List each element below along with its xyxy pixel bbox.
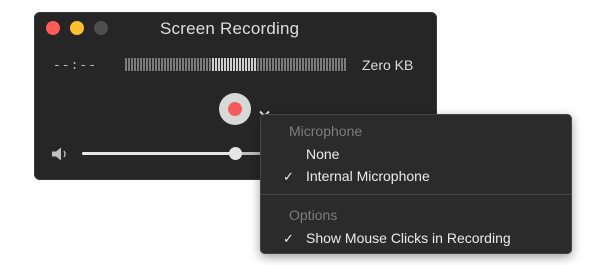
- meter-bar: [287, 58, 289, 71]
- file-size: Zero KB: [362, 57, 414, 73]
- meter-bar: [155, 58, 157, 71]
- close-button[interactable]: [46, 21, 60, 35]
- volume-speaker: [51, 147, 71, 166]
- meter-bar: [212, 58, 214, 71]
- meter-bar: [203, 58, 205, 71]
- meter-bar: [299, 58, 301, 71]
- meter-bar: [146, 58, 148, 71]
- meter-bar: [176, 58, 178, 71]
- meter-bar: [200, 58, 202, 71]
- meter-bar: [326, 58, 328, 71]
- meter-bar: [131, 58, 133, 71]
- meter-bar: [272, 58, 274, 71]
- meter-bar: [341, 58, 343, 71]
- meter-bar: [236, 58, 238, 71]
- recording-time: --:--: [53, 58, 98, 73]
- meter-bar: [254, 58, 256, 71]
- meter-bar: [191, 58, 193, 71]
- meter-bar: [227, 58, 229, 71]
- meter-bar: [242, 58, 244, 71]
- meter-bar: [251, 58, 253, 71]
- meter-bar: [173, 58, 175, 71]
- options-menu: Microphone None ✓ Internal Microphone Op…: [260, 114, 572, 254]
- meter-bar: [329, 58, 331, 71]
- meter-bar: [323, 58, 325, 71]
- record-icon: [228, 102, 242, 116]
- meter-bar: [257, 58, 259, 71]
- menu-item-label: Internal Microphone: [306, 168, 430, 184]
- meter-bar: [221, 58, 223, 71]
- minimize-button[interactable]: [70, 21, 84, 35]
- meter-bar: [266, 58, 268, 71]
- meter-bar: [218, 58, 220, 71]
- meter-bar: [185, 58, 187, 71]
- meter-bar: [284, 58, 286, 71]
- meter-bar: [293, 58, 295, 71]
- meter-bar: [245, 58, 247, 71]
- zoom-button[interactable]: [94, 21, 108, 35]
- meter-bar: [170, 58, 172, 71]
- record-button[interactable]: [219, 93, 251, 125]
- meter-bar: [275, 58, 277, 71]
- menu-item-internal-microphone[interactable]: ✓ Internal Microphone: [260, 168, 572, 188]
- meter-bar: [278, 58, 280, 71]
- meter-bar: [311, 58, 313, 71]
- meter-bar: [164, 58, 166, 71]
- meter-bar: [338, 58, 340, 71]
- meter-bar: [149, 58, 151, 71]
- menu-item-label: Show Mouse Clicks in Recording: [306, 230, 511, 246]
- meter-bar: [206, 58, 208, 71]
- speaker-icon: [52, 147, 66, 161]
- meter-bar: [140, 58, 142, 71]
- meter-bar: [290, 58, 292, 71]
- volume-slider-thumb[interactable]: [229, 147, 242, 160]
- menu-item-label: None: [306, 146, 340, 162]
- meter-bar: [125, 58, 127, 71]
- microphone-header: Microphone: [289, 123, 363, 139]
- meter-bar: [188, 58, 190, 71]
- options-header: Options: [289, 207, 338, 223]
- meter-bar: [134, 58, 136, 71]
- meter-bar: [302, 58, 304, 71]
- audio-level-meter: [125, 58, 348, 71]
- meter-bar: [305, 58, 307, 71]
- meter-bar: [230, 58, 232, 71]
- meter-bar: [137, 58, 139, 71]
- menu-separator: [261, 194, 571, 195]
- meter-bar: [194, 58, 196, 71]
- volume-slider-fill: [82, 152, 235, 155]
- meter-bar: [281, 58, 283, 71]
- meter-bar: [320, 58, 322, 71]
- menu-item-show-mouse-clicks[interactable]: ✓ Show Mouse Clicks in Recording: [260, 230, 572, 250]
- checkmark-icon: ✓: [283, 231, 294, 246]
- meter-bar: [209, 58, 211, 71]
- meter-bar: [215, 58, 217, 71]
- meter-bar: [263, 58, 265, 71]
- meter-bar: [332, 58, 334, 71]
- meter-bar: [248, 58, 250, 71]
- meter-bar: [158, 58, 160, 71]
- meter-bar: [182, 58, 184, 71]
- meter-bar: [143, 58, 145, 71]
- meter-bar: [161, 58, 163, 71]
- meter-bar: [128, 58, 130, 71]
- meter-bar: [269, 58, 271, 71]
- meter-bar: [308, 58, 310, 71]
- checkmark-icon: ✓: [283, 169, 294, 184]
- menu-item-none[interactable]: None: [260, 146, 572, 166]
- meter-bar: [152, 58, 154, 71]
- window-title: Screen Recording: [160, 19, 300, 38]
- meter-bar: [167, 58, 169, 71]
- meter-bar: [335, 58, 337, 71]
- meter-bar: [317, 58, 319, 71]
- meter-bar: [260, 58, 262, 71]
- meter-bar: [314, 58, 316, 71]
- meter-bar: [179, 58, 181, 71]
- meter-bar: [197, 58, 199, 71]
- meter-bar: [233, 58, 235, 71]
- meter-bar: [296, 58, 298, 71]
- meter-bar: [224, 58, 226, 71]
- meter-bar: [239, 58, 241, 71]
- meter-bar: [344, 58, 346, 71]
